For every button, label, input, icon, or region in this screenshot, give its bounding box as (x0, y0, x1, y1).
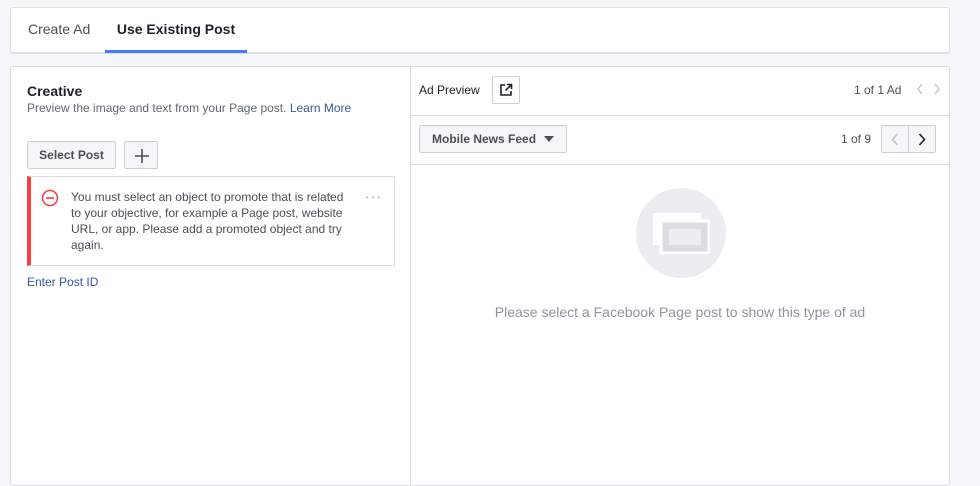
external-link-icon (500, 83, 513, 96)
placement-page-count: 1 of 9 (841, 132, 872, 146)
placement-row: Mobile News Feed 1 of 9 (411, 116, 949, 165)
creative-subtitle: Preview the image and text from your Pag… (27, 101, 351, 115)
error-message-text: You must select an object to promote tha… (71, 190, 344, 252)
tab-create-ad[interactable]: Create Ad (28, 8, 90, 53)
placement-dropdown-label: Mobile News Feed (432, 132, 537, 146)
select-post-button[interactable]: Select Post (27, 141, 116, 169)
ad-creative-card: Creative Preview the image and text from… (10, 66, 950, 486)
images-icon (653, 213, 710, 254)
learn-more-link[interactable]: Learn More (290, 101, 351, 115)
next-placement-button[interactable] (908, 125, 936, 153)
creative-title: Creative (27, 83, 83, 99)
preview-header: Ad Preview 1 of 1 Ad (411, 67, 949, 116)
open-preview-button[interactable] (492, 76, 520, 104)
chevron-down-icon (544, 136, 554, 142)
placement-dropdown[interactable]: Mobile News Feed (419, 125, 567, 153)
error-message-box: You must select an object to promote tha… (27, 176, 395, 266)
ad-preview-panel: Ad Preview 1 of 1 Ad Mobile News Feed 1 … (411, 67, 949, 485)
empty-preview-message: Please select a Facebook Page post to sh… (494, 304, 866, 320)
ad-count: 1 of 1 Ad (854, 83, 902, 97)
previous-ad-icon[interactable] (916, 83, 924, 95)
creative-subtitle-text: Preview the image and text from your Pag… (27, 101, 287, 115)
next-ad-icon[interactable] (933, 83, 941, 95)
plus-icon (135, 149, 149, 163)
more-options-icon[interactable]: ··· (365, 188, 382, 204)
add-post-button[interactable] (124, 141, 158, 169)
creative-panel: Creative Preview the image and text from… (11, 67, 411, 485)
minus-circle-icon (41, 189, 59, 207)
tab-use-existing-post[interactable]: Use Existing Post (105, 8, 247, 53)
previous-placement-button[interactable] (881, 125, 909, 153)
empty-preview-illustration (636, 188, 726, 278)
ad-preview-label: Ad Preview (419, 83, 480, 97)
enter-post-id-link[interactable]: Enter Post ID (27, 275, 98, 289)
chevron-right-icon (918, 133, 926, 146)
chevron-left-icon (891, 133, 899, 146)
tab-bar: Create Ad Use Existing Post (10, 7, 950, 54)
